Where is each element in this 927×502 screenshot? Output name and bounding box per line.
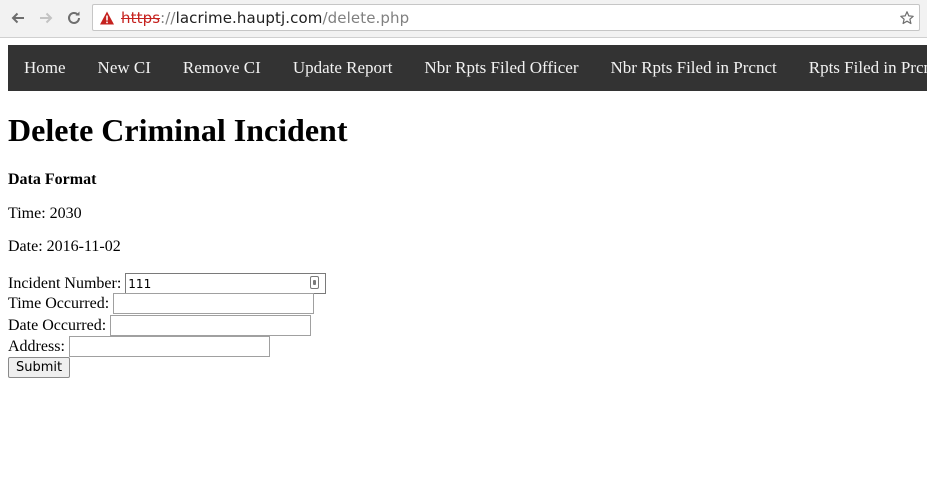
date-occurred-input[interactable] — [110, 315, 312, 336]
time-occurred-row: Time Occurred: — [8, 293, 315, 314]
date-occurred-row: Date Occurred: — [8, 315, 312, 336]
nav-new-ci[interactable]: New CI — [82, 45, 167, 91]
top-navigation: Home New CI Remove CI Update Report Nbr … — [8, 45, 927, 91]
date-occurred-label: Date Occurred: — [8, 316, 107, 334]
reload-icon[interactable] — [62, 6, 86, 30]
back-icon[interactable] — [6, 6, 30, 30]
page-title: Delete Criminal Incident — [8, 112, 348, 148]
nav-remove-ci[interactable]: Remove CI — [167, 45, 277, 91]
address-bar[interactable]: https://lacrime.hauptj.com/delete.php — [92, 4, 920, 31]
time-format-example: Time: 2030 — [8, 205, 82, 222]
nav-update-report[interactable]: Update Report — [277, 45, 409, 91]
data-format-heading: Data Format — [8, 171, 97, 188]
forward-icon[interactable] — [34, 6, 58, 30]
nav-rpts-filed-precinct[interactable]: Nbr Rpts Filed in Prcnct — [595, 45, 793, 91]
url-path: /delete.php — [322, 9, 410, 27]
time-occurred-label: Time Occurred: — [8, 294, 110, 312]
nav-rpts-filed-officer[interactable]: Nbr Rpts Filed Officer — [408, 45, 594, 91]
time-occurred-input[interactable] — [113, 293, 315, 314]
incident-number-label: Incident Number: — [8, 274, 122, 292]
browser-toolbar: https://lacrime.hauptj.com/delete.php — [0, 0, 927, 38]
submit-button[interactable]: Submit — [8, 357, 71, 378]
address-row: Address: — [8, 336, 270, 357]
bookmark-star-icon[interactable] — [899, 10, 915, 26]
url-scheme: https — [121, 9, 161, 27]
incident-number-input[interactable] — [125, 273, 327, 294]
date-format-example: Date: 2016-11-02 — [8, 238, 121, 255]
address-label: Address: — [8, 337, 65, 355]
nav-home[interactable]: Home — [8, 45, 82, 91]
incident-number-wrapper — [125, 273, 327, 294]
url-text[interactable]: https://lacrime.hauptj.com/delete.php — [121, 9, 409, 27]
autofill-key-icon[interactable] — [310, 276, 320, 289]
url-host: lacrime.hauptj.com — [175, 9, 323, 27]
incident-number-row: Incident Number: — [8, 273, 327, 294]
url-separator: :// — [160, 9, 176, 27]
not-secure-warning-icon[interactable] — [99, 10, 115, 26]
nav-rpts-in-precinct[interactable]: Rpts Filed in Prcnct — [793, 45, 927, 91]
address-input[interactable] — [68, 336, 270, 357]
